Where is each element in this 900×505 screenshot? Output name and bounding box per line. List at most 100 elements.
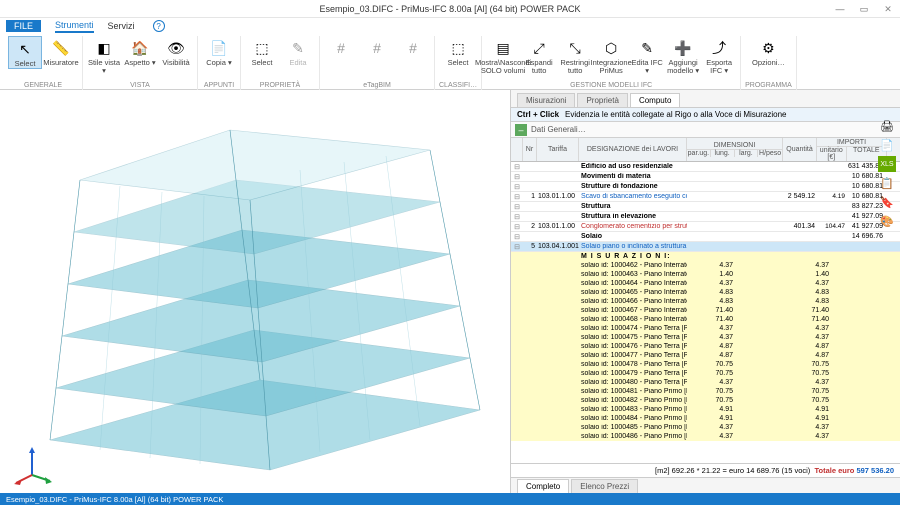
grid-row[interactable]: ⊟2103.01.1.00Conglomerato cementizio per… [511, 222, 900, 232]
hint-bar: Ctrl + ClickEvidenzia le entità collegat… [511, 108, 900, 122]
ruler-icon: 📏 [51, 38, 71, 58]
measure-row[interactable]: solaio id: 1000463 - Piano Interrato [Pi… [511, 270, 900, 279]
total-bar: [m2] 692.26 * 21.22 = euro 14 689.76 (15… [511, 463, 900, 477]
restringi-button[interactable]: ⤡Restringi tutto [558, 36, 592, 74]
measure-row[interactable]: solaio id: 1000465 - Piano Interrato [Pi… [511, 288, 900, 297]
menu-file[interactable]: FILE [6, 20, 41, 32]
grid-row[interactable]: ⊟Struttura in elevazione41 927.09 [511, 212, 900, 222]
axis-gizmo[interactable] [12, 445, 52, 485]
layers-icon: ▤ [493, 38, 513, 58]
grid-row[interactable]: ⊟Strutture di fondazione10 680.81 [511, 182, 900, 192]
measure-row[interactable]: solaio id: 1000474 - Piano Terra [Piano … [511, 324, 900, 333]
grid-row[interactable]: ⊟5103.04.1.001Solaio piano o inclinato a… [511, 242, 900, 252]
print-icon[interactable]: 🖨 [878, 118, 896, 134]
tag-icon: # [367, 38, 387, 58]
edit-icon: ✎ [637, 38, 657, 58]
select-prop-button[interactable]: ⬚Select [245, 36, 279, 67]
menu-bar: FILE Strumenti Servizi ? [0, 18, 900, 34]
copy-icon: 📄 [209, 38, 229, 58]
grid-body[interactable]: ⊟Edificio ad uso residenziale631 435.80⊟… [511, 162, 900, 463]
window-title: Esempio_03.DIFC - PriMus-IFC 8.00a [Al] … [320, 4, 581, 14]
measure-row[interactable]: solaio id: 1000481 - Piano Primo [Piano … [511, 387, 900, 396]
eye-icon: 👁 [166, 38, 186, 58]
cursor-icon: ↖ [15, 39, 35, 59]
editaifc-button[interactable]: ✎Edita IFC ▾ [630, 36, 664, 74]
export-icon: ⤴ [709, 38, 729, 58]
tab-completo[interactable]: Completo [517, 479, 569, 493]
expand-icon: ⤢ [529, 38, 549, 58]
measure-row[interactable]: solaio id: 1000479 - Piano Terra [Piano … [511, 369, 900, 378]
tab-misurazioni[interactable]: Misurazioni [517, 93, 575, 107]
measure-row[interactable]: solaio id: 1000478 - Piano Terra [Piano … [511, 360, 900, 369]
measure-row[interactable]: solaio id: 1000475 - Piano Terra [Piano … [511, 333, 900, 342]
tag-icon: # [331, 38, 351, 58]
status-bar: Esempio_03.DIFC - PriMus-IFC 8.00a [Al] … [0, 493, 900, 505]
building-model [10, 100, 500, 480]
menu-servizi[interactable]: Servizi [108, 21, 135, 31]
measure-row[interactable]: solaio id: 1000466 - Piano Interrato [Pi… [511, 297, 900, 306]
grid-row[interactable]: ⊟Edificio ad uso residenziale631 435.80 [511, 162, 900, 172]
grid-row[interactable]: ⊟Movimenti di materia10 680.81 [511, 172, 900, 182]
measure-row[interactable]: solaio id: 1000476 - Piano Terra [Piano … [511, 342, 900, 351]
sheet-icon[interactable]: 📋 [878, 175, 896, 191]
cube-icon: ◧ [94, 38, 114, 58]
grid-row[interactable]: ⊟Solaio14 696.76 [511, 232, 900, 242]
measure-row[interactable]: solaio id: 1000486 - Piano Primo [Piano … [511, 432, 900, 441]
edita-prop-button: ✎Edita [281, 36, 315, 67]
menu-strumenti[interactable]: Strumenti [55, 20, 94, 33]
grid-row[interactable]: ⊟Struttura83 827.23 [511, 202, 900, 212]
measure-row[interactable]: solaio id: 1000485 - Piano Primo [Piano … [511, 423, 900, 432]
grid-header: Nr Tariffa DESIGNAZIONE dei LAVORI DIMEN… [511, 138, 900, 162]
tab-proprieta[interactable]: Proprietà [577, 93, 627, 107]
dati-generali[interactable]: Dati Generali… [531, 125, 586, 134]
etag2-button: # [360, 36, 394, 67]
classifi-select-button[interactable]: ⬚Select [441, 36, 475, 67]
espandi-button[interactable]: ⤢Espandi tutto [522, 36, 556, 74]
minimize-button[interactable]: — [828, 0, 852, 18]
tag-icon: # [403, 38, 423, 58]
aspetto-button[interactable]: 🏠Aspetto ▾ [123, 36, 157, 74]
opzioni-button[interactable]: ⚙Opzioni… [751, 36, 785, 67]
esporta-button[interactable]: ⤴Esporta IFC ▾ [702, 36, 736, 74]
aggiungi-button[interactable]: ➕Aggiungi modello ▾ [666, 36, 700, 74]
measure-row[interactable]: solaio id: 1000477 - Piano Terra [Piano … [511, 351, 900, 360]
home-icon: 🏠 [130, 38, 150, 58]
measure-row[interactable]: solaio id: 1000467 - Piano Interrato [Pi… [511, 306, 900, 315]
etag1-button: # [324, 36, 358, 67]
plug-icon: ⬡ [601, 38, 621, 58]
measure-row[interactable]: solaio id: 1000480 - Piano Terra [Piano … [511, 378, 900, 387]
integrazione-button[interactable]: ⬡Integrazione PriMus [594, 36, 628, 74]
collapse-icon: ⤡ [565, 38, 585, 58]
tag-icon[interactable]: 🔖 [878, 194, 896, 210]
title-bar: Esempio_03.DIFC - PriMus-IFC 8.00a [Al] … [0, 0, 900, 18]
tab-elenco[interactable]: Elenco Prezzi [571, 479, 638, 493]
computo-panel: Misurazioni Proprietà Computo Ctrl + Cli… [510, 90, 900, 493]
close-button[interactable]: ✕ [876, 0, 900, 18]
edit-icon: ✎ [288, 38, 308, 58]
measure-row[interactable]: solaio id: 1000484 - Piano Primo [Piano … [511, 414, 900, 423]
select-button[interactable]: ↖Select [8, 36, 42, 69]
misuratore-button[interactable]: 📏Misuratore [44, 36, 78, 69]
tab-computo[interactable]: Computo [630, 93, 680, 107]
grid-row[interactable]: ⊟1103.01.1.00Scavo di sbancamento esegui… [511, 192, 900, 202]
copia-button[interactable]: 📄Copia ▾ [202, 36, 236, 67]
select-icon: ⬚ [448, 38, 468, 58]
measure-row[interactable]: solaio id: 1000464 - Piano Interrato [Pi… [511, 279, 900, 288]
expand-toggle[interactable]: – [515, 124, 527, 136]
stile-button[interactable]: ◧Stile vista ▾ [87, 36, 121, 74]
maximize-button[interactable]: ▭ [852, 0, 876, 18]
measure-row[interactable]: solaio id: 1000483 - Piano Primo [Piano … [511, 405, 900, 414]
measure-row[interactable]: solaio id: 1000462 - Piano Interrato [Pi… [511, 261, 900, 270]
add-icon: ➕ [673, 38, 693, 58]
3d-viewport[interactable] [0, 90, 510, 493]
mostra-button[interactable]: ▤Mostra\Nascondi SOLO volumi [486, 36, 520, 74]
xls-icon[interactable]: XLS [878, 156, 896, 172]
gear-icon: ⚙ [758, 38, 778, 58]
measure-row[interactable]: solaio id: 1000482 - Piano Primo [Piano … [511, 396, 900, 405]
doc-icon[interactable]: 📄 [878, 137, 896, 153]
palette-icon[interactable]: 🎨 [878, 213, 896, 229]
measure-row[interactable]: solaio id: 1000468 - Piano Interrato [Pi… [511, 315, 900, 324]
visibilita-button[interactable]: 👁Visibilità [159, 36, 193, 74]
select-icon: ⬚ [252, 38, 272, 58]
help-icon[interactable]: ? [153, 20, 165, 32]
